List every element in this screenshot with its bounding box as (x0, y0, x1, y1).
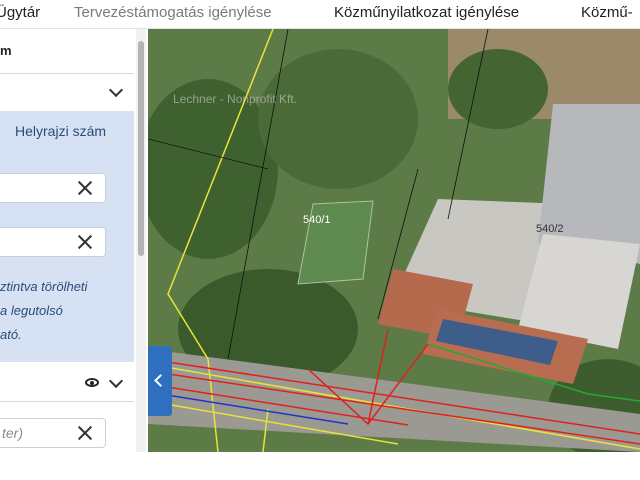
filter-placeholder: ter) (2, 425, 23, 441)
nav-ugytar[interactable]: Ügytár (0, 3, 40, 23)
filter-input[interactable]: ter) (0, 418, 106, 448)
eye-icon[interactable] (85, 378, 99, 387)
help-note-line: ató. (0, 327, 22, 342)
top-navigation: Ügytár Tervezéstámogatás igénylése Közmű… (0, 0, 640, 29)
parcel-search-form: Helyrajzi szám ztintva törölheti a legut… (0, 111, 134, 362)
clear-icon[interactable] (77, 425, 93, 441)
clear-icon[interactable] (77, 234, 93, 250)
scrollbar-thumb[interactable] (138, 41, 144, 256)
map-canvas[interactable]: 540/1 540/2 Lechner - Nonprofit Kft. (148, 29, 640, 452)
page-bottom (0, 452, 640, 480)
clear-icon[interactable] (77, 180, 93, 196)
chevron-left-icon[interactable] (154, 374, 167, 387)
map-view[interactable]: 540/1 540/2 Lechner - Nonprofit Kft. (148, 29, 640, 452)
nav-kozmunyilatkozat[interactable]: Közműnyilatkozat igénylése (334, 3, 519, 23)
map-watermark: Lechner - Nonprofit Kft. (173, 92, 297, 106)
help-note-line: a legutolsó (0, 303, 63, 318)
panel-scrollbar[interactable] (136, 29, 146, 452)
settlement-field[interactable] (0, 173, 106, 203)
panel-title: m (0, 43, 12, 58)
nav-kozmu[interactable]: Közmű- (581, 3, 633, 23)
parcel-label: 540/1 (303, 214, 331, 226)
search-panel: m Helyrajzi szám ztintva törölheti a leg… (0, 29, 148, 452)
help-note: ztintva törölheti a legutolsó ató. (0, 275, 87, 347)
layer-section-header[interactable] (0, 365, 134, 402)
chevron-down-icon[interactable] (108, 82, 124, 98)
parcel-label: 540/2 (536, 223, 564, 235)
parcel-search-section-header[interactable] (0, 73, 134, 110)
parcel-number-label: Helyrajzi szám (15, 123, 107, 139)
chevron-down-icon[interactable] (108, 373, 124, 389)
nav-tervezestamogatas[interactable]: Tervezéstámogatás igénylése (74, 3, 272, 23)
help-note-line: ztintva törölheti (0, 279, 88, 294)
collapse-panel-button[interactable] (148, 346, 172, 416)
parcel-number-field[interactable] (0, 227, 106, 257)
